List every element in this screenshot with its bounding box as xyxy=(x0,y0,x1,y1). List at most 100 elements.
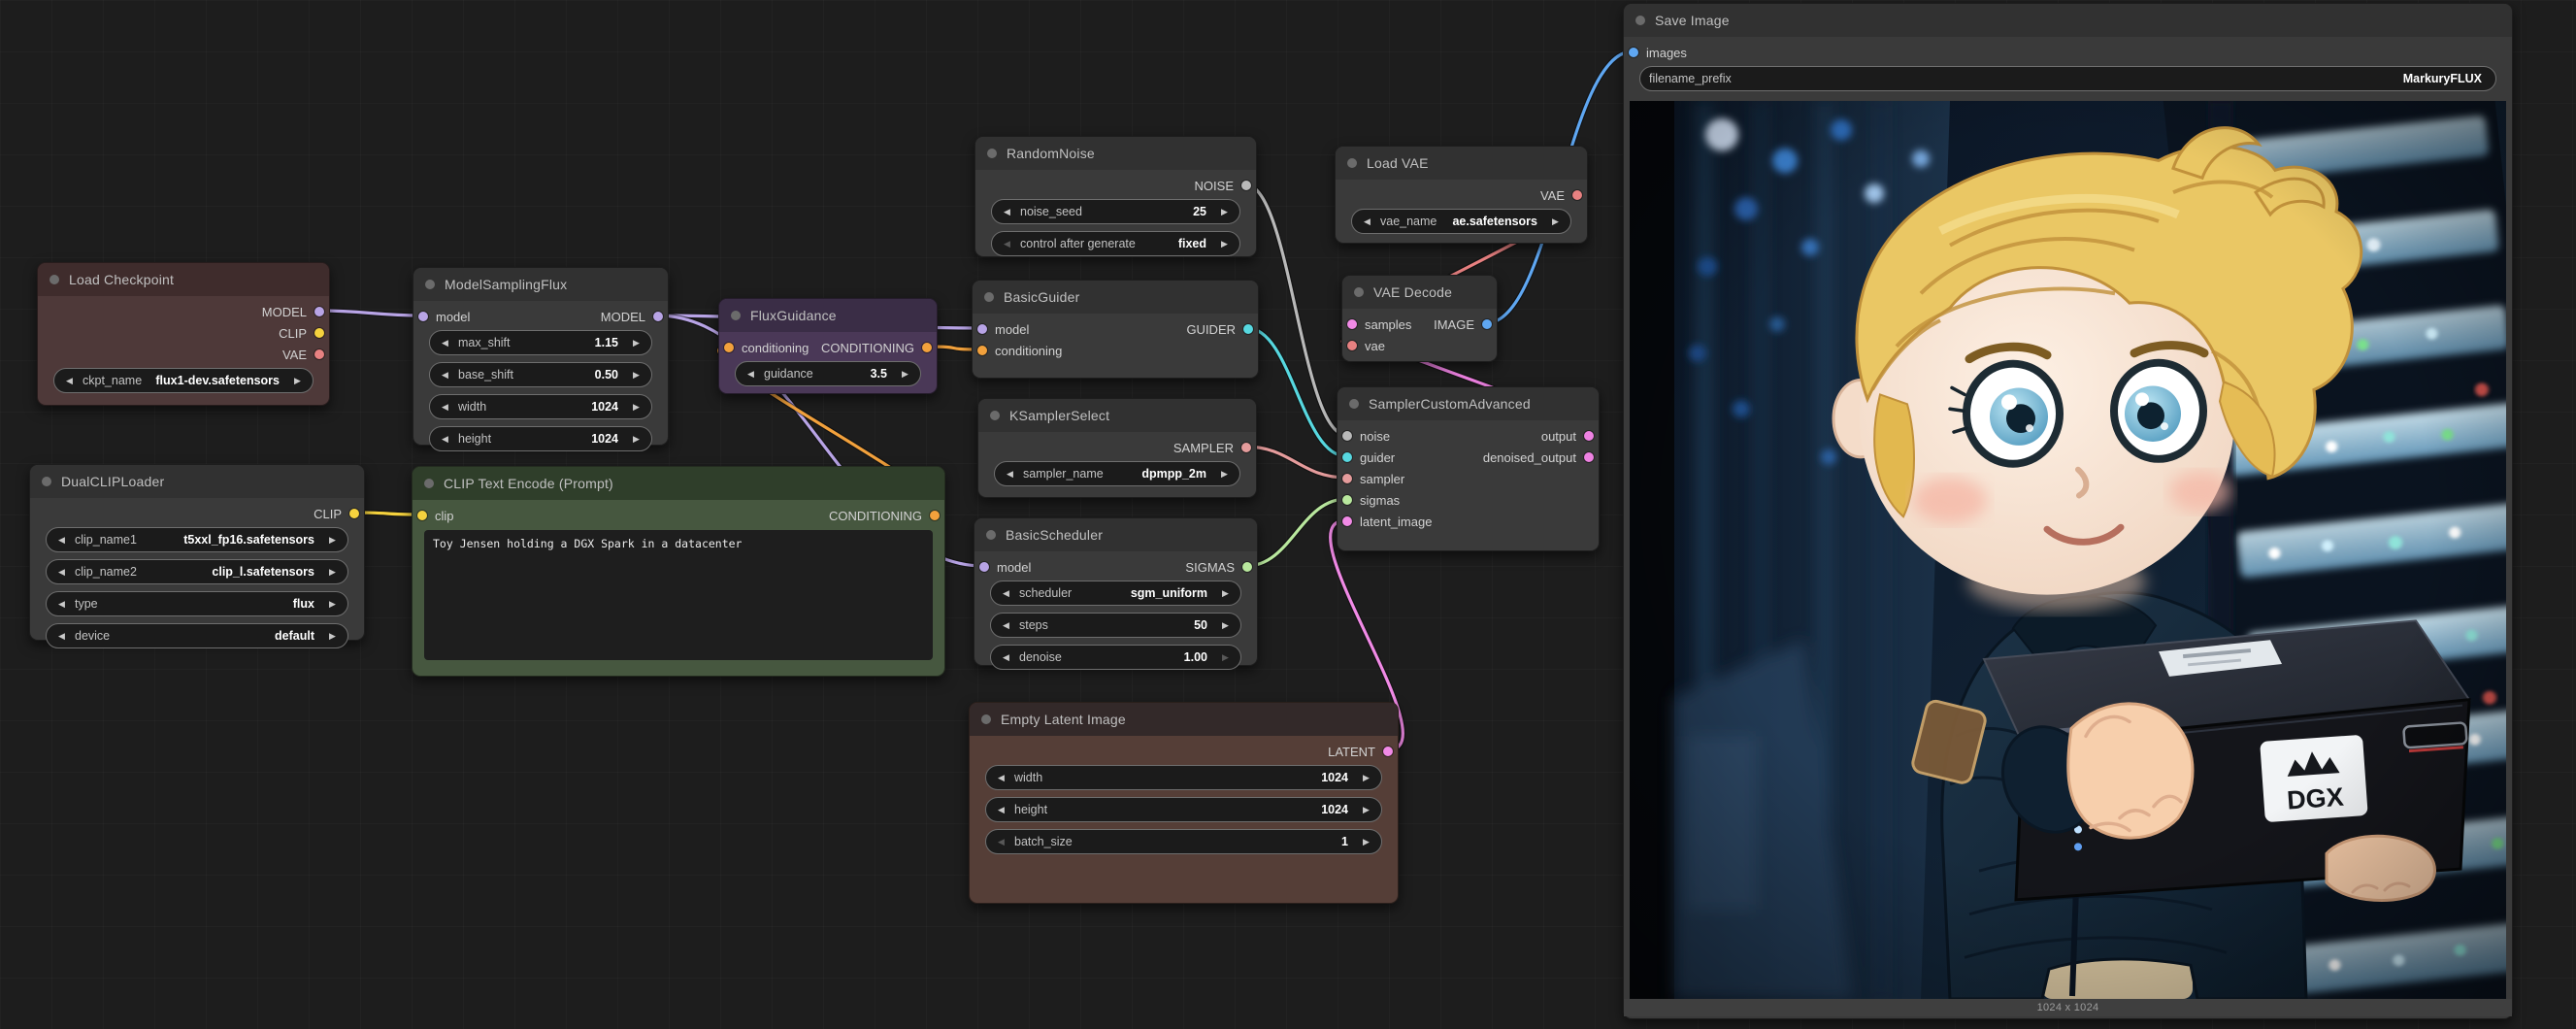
collapse-dot[interactable] xyxy=(1635,16,1645,25)
collapse-dot[interactable] xyxy=(981,714,991,724)
decrement-arrow-icon[interactable]: ◀ xyxy=(1004,470,1016,479)
decrement-arrow-icon[interactable]: ◀ xyxy=(55,536,68,545)
node-header-load_vae[interactable]: Load VAE xyxy=(1336,147,1587,180)
decrement-arrow-icon[interactable]: ◀ xyxy=(1000,653,1012,662)
widget-vae_name[interactable]: ◀vae_nameae.safetensors▶ xyxy=(1351,209,1571,234)
decrement-arrow-icon[interactable]: ◀ xyxy=(1001,240,1013,249)
input-dot-guider[interactable] xyxy=(1342,452,1352,462)
widget-scheduler[interactable]: ◀schedulersgm_uniform▶ xyxy=(990,581,1241,606)
increment-arrow-icon[interactable]: ▶ xyxy=(1218,208,1231,216)
input-dot-sigmas[interactable] xyxy=(1342,495,1352,505)
node-header-flux_guidance[interactable]: FluxGuidance xyxy=(719,299,937,332)
decrement-arrow-icon[interactable]: ◀ xyxy=(995,838,1007,846)
node-header-sampler_custom_advanced[interactable]: SamplerCustomAdvanced xyxy=(1338,387,1599,420)
increment-arrow-icon[interactable]: ▶ xyxy=(1218,240,1231,249)
widget-device[interactable]: ◀devicedefault▶ xyxy=(46,623,348,648)
wire[interactable] xyxy=(1246,499,1346,566)
increment-arrow-icon[interactable]: ▶ xyxy=(630,371,643,380)
collapse-dot[interactable] xyxy=(1354,287,1364,297)
node-header-ksampler_select[interactable]: KSamplerSelect xyxy=(978,399,1256,432)
node-header-basic_scheduler[interactable]: BasicScheduler xyxy=(974,518,1257,551)
output-dot-CONDITIONING[interactable] xyxy=(922,343,932,352)
decrement-arrow-icon[interactable]: ◀ xyxy=(1000,589,1012,598)
node-header-clip_text_encode[interactable]: CLIP Text Encode (Prompt) xyxy=(413,467,944,500)
node-header-dual_clip_loader[interactable]: DualCLIPLoader xyxy=(30,465,364,498)
increment-arrow-icon[interactable]: ▶ xyxy=(1549,217,1562,226)
input-dot-conditioning[interactable] xyxy=(724,343,734,352)
node-header-empty_latent_image[interactable]: Empty Latent Image xyxy=(970,703,1398,736)
decrement-arrow-icon[interactable]: ◀ xyxy=(1000,621,1012,630)
input-dot-conditioning[interactable] xyxy=(977,346,987,355)
node-graph-canvas[interactable]: Load CheckpointMODELCLIPVAE◀ckpt_nameflu… xyxy=(0,0,2576,1029)
collapse-dot[interactable] xyxy=(1349,399,1359,409)
decrement-arrow-icon[interactable]: ◀ xyxy=(55,632,68,641)
increment-arrow-icon[interactable]: ▶ xyxy=(630,339,643,348)
input-dot-clip[interactable] xyxy=(417,511,427,520)
output-dot-denoised_output[interactable] xyxy=(1584,452,1594,462)
input-dot-model[interactable] xyxy=(418,312,428,321)
increment-arrow-icon[interactable]: ▶ xyxy=(630,435,643,444)
input-dot-model[interactable] xyxy=(977,324,987,334)
output-dot-NOISE[interactable] xyxy=(1241,181,1251,190)
collapse-dot[interactable] xyxy=(425,280,435,289)
increment-arrow-icon[interactable]: ▶ xyxy=(1360,838,1372,846)
decrement-arrow-icon[interactable]: ◀ xyxy=(63,377,76,385)
input-dot-vae[interactable] xyxy=(1347,341,1357,350)
output-dot-MODEL[interactable] xyxy=(314,307,324,316)
output-dot-SIGMAS[interactable] xyxy=(1242,562,1252,572)
wire[interactable] xyxy=(318,311,422,315)
decrement-arrow-icon[interactable]: ◀ xyxy=(55,600,68,609)
output-dot-SAMPLER[interactable] xyxy=(1241,443,1251,452)
collapse-dot[interactable] xyxy=(987,149,997,158)
increment-arrow-icon[interactable]: ▶ xyxy=(326,536,339,545)
widget-sampler_name[interactable]: ◀sampler_namedpmpp_2m▶ xyxy=(994,461,1240,486)
output-dot-VAE[interactable] xyxy=(1572,190,1582,200)
widget-width[interactable]: ◀width1024▶ xyxy=(985,765,1382,790)
collapse-dot[interactable] xyxy=(990,411,1000,420)
increment-arrow-icon[interactable]: ▶ xyxy=(1219,653,1232,662)
prompt-textarea[interactable]: Toy Jensen holding a DGX Spark in a data… xyxy=(424,530,933,660)
increment-arrow-icon[interactable]: ▶ xyxy=(1219,589,1232,598)
decrement-arrow-icon[interactable]: ◀ xyxy=(439,371,451,380)
widget-steps[interactable]: ◀steps50▶ xyxy=(990,613,1241,638)
widget-max_shift[interactable]: ◀max_shift1.15▶ xyxy=(429,330,652,355)
widget-batch_size[interactable]: ◀batch_size1▶ xyxy=(985,829,1382,854)
widget-noise_seed[interactable]: ◀noise_seed25▶ xyxy=(991,199,1240,224)
widget-base_shift[interactable]: ◀base_shift0.50▶ xyxy=(429,362,652,387)
widget-guidance[interactable]: ◀guidance3.5▶ xyxy=(735,361,921,386)
collapse-dot[interactable] xyxy=(50,275,59,284)
collapse-dot[interactable] xyxy=(424,479,434,488)
widget-type[interactable]: ◀typeflux▶ xyxy=(46,591,348,616)
decrement-arrow-icon[interactable]: ◀ xyxy=(55,568,68,577)
input-dot-sampler[interactable] xyxy=(1342,474,1352,483)
increment-arrow-icon[interactable]: ▶ xyxy=(1219,621,1232,630)
increment-arrow-icon[interactable]: ▶ xyxy=(1360,774,1372,782)
decrement-arrow-icon[interactable]: ◀ xyxy=(995,774,1007,782)
widget-ckpt_name[interactable]: ◀ckpt_nameflux1-dev.safetensors▶ xyxy=(53,368,314,393)
output-dot-CLIP[interactable] xyxy=(314,328,324,338)
collapse-dot[interactable] xyxy=(42,477,51,486)
collapse-dot[interactable] xyxy=(1347,158,1357,168)
widget-filename_prefix[interactable]: filename_prefixMarkuryFLUX xyxy=(1639,66,2496,91)
decrement-arrow-icon[interactable]: ◀ xyxy=(1361,217,1373,226)
node-header-vae_decode[interactable]: VAE Decode xyxy=(1342,276,1497,309)
output-dot-MODEL[interactable] xyxy=(653,312,663,321)
collapse-dot[interactable] xyxy=(984,292,994,302)
increment-arrow-icon[interactable]: ▶ xyxy=(630,403,643,412)
output-dot-LATENT[interactable] xyxy=(1383,747,1393,756)
input-dot-images[interactable] xyxy=(1629,48,1638,57)
node-header-basic_guider[interactable]: BasicGuider xyxy=(973,281,1258,314)
node-header-random_noise[interactable]: RandomNoise xyxy=(975,137,1256,170)
widget-denoise[interactable]: ◀denoise1.00▶ xyxy=(990,645,1241,670)
node-header-load_checkpoint[interactable]: Load Checkpoint xyxy=(38,263,329,296)
collapse-dot[interactable] xyxy=(731,311,741,320)
wire[interactable] xyxy=(1247,328,1346,456)
output-dot-IMAGE[interactable] xyxy=(1482,319,1492,329)
decrement-arrow-icon[interactable]: ◀ xyxy=(439,435,451,444)
wire[interactable] xyxy=(1245,184,1346,435)
output-dot-VAE[interactable] xyxy=(314,349,324,359)
decrement-arrow-icon[interactable]: ◀ xyxy=(1001,208,1013,216)
input-dot-latent_image[interactable] xyxy=(1342,516,1352,526)
decrement-arrow-icon[interactable]: ◀ xyxy=(744,370,757,379)
widget-control-after-generate[interactable]: ◀control after generatefixed▶ xyxy=(991,231,1240,256)
